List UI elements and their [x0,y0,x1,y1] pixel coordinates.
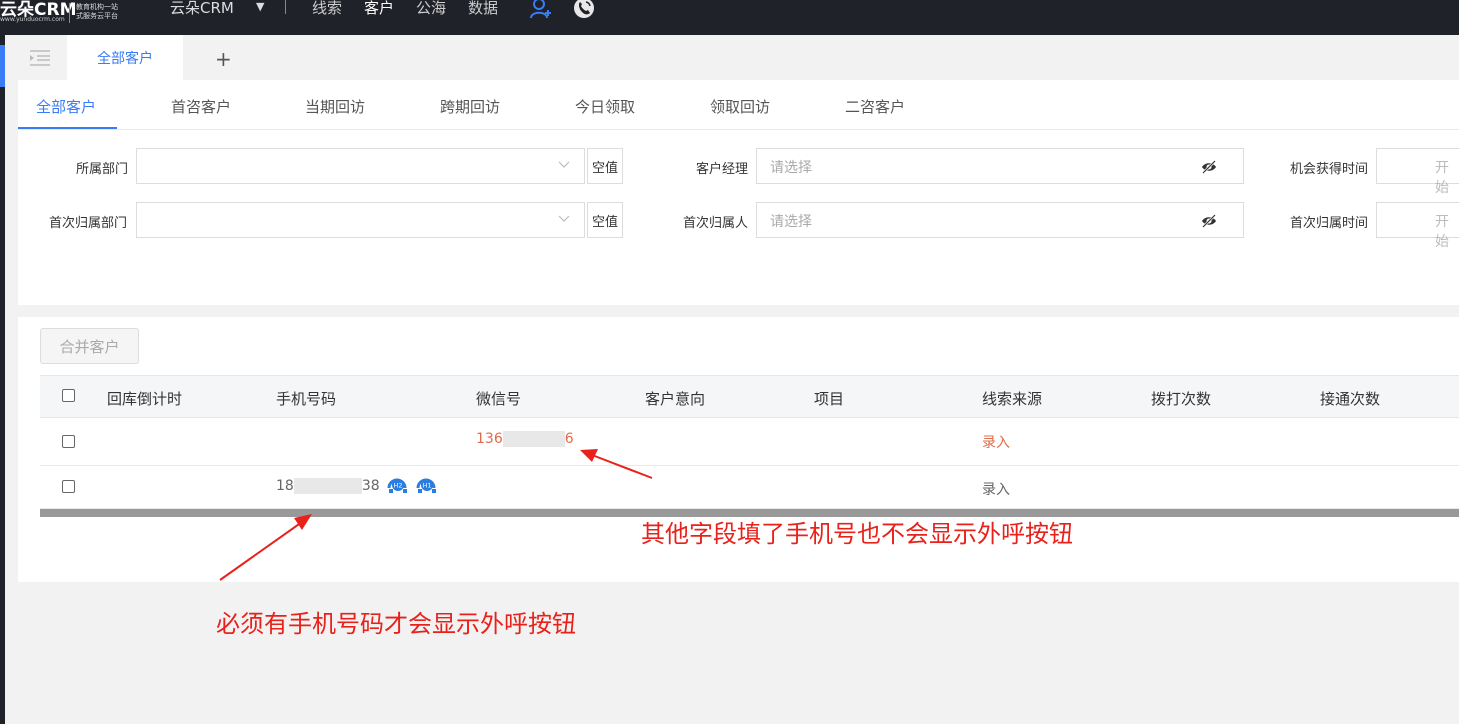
annotation-must-phone: 必须有手机号码才会显示外呼按钮 [216,610,576,638]
sub-tab-all[interactable]: 全部客户 [36,96,96,117]
sub-tab-current-followup[interactable]: 当期回访 [305,96,365,117]
col-project[interactable]: 项目 [814,388,844,409]
brand-switcher[interactable]: 云朵CRM [170,0,234,18]
dept-empty-button[interactable]: 空值 [587,148,623,184]
chevron-down-icon [558,161,570,168]
opportunity-time-start[interactable]: 开始 [1376,148,1459,196]
wechat-cell[interactable]: 136 6 [476,431,574,447]
call-icon-label: H1 [422,482,431,490]
table-row[interactable]: 18 38 H2 H1 录入 [40,466,1459,509]
logo[interactable]: 云朵CRM www.yunduocrm.com 教育机构一站 式服务云平台 [0,0,118,35]
first-owner-time-label: 首次归属时间 [1290,216,1369,231]
sub-tab-second-inquiry[interactable]: 二咨客户 [845,96,905,117]
dept-select[interactable] [136,148,585,184]
table-row[interactable]: 136 6 录入 [40,418,1459,466]
customer-sub-tabs: 全部客户 首咨客户 当期回访 跨期回访 今日领取 领取回访 二咨客户 [18,80,1459,130]
wechat-suffix: 6 [564,431,574,447]
call-icon-label: H2 [394,482,403,490]
logo-tagline-line1: 教育机构一站 [76,3,118,11]
sub-tab-active-underline [18,127,117,129]
col-connect-count[interactable]: 接通次数 [1320,388,1380,409]
phone-prefix: 18 [276,478,294,494]
phone-icon[interactable] [572,0,596,20]
filter-panel: 全部客户 首咨客户 当期回访 跨期回访 今日领取 领取回访 二咨客户 所属部门 … [18,80,1459,305]
menu-toggle-button[interactable] [15,35,65,80]
col-countdown[interactable]: 回库倒计时 [107,388,182,409]
phone-cell: 18 38 H2 H1 [276,476,437,496]
chevron-down-icon [558,215,570,222]
manager-label: 客户经理 [696,162,749,177]
select-all-checkbox[interactable] [62,389,75,402]
first-owner-input[interactable]: 请选择 [756,202,1244,238]
page-tab-bar: 全部客户 + [5,35,1459,80]
phone-suffix: 38 [361,478,380,494]
nav-item-leads[interactable]: 线索 [312,0,342,18]
masked-digits [502,431,565,447]
eye-off-icon[interactable] [1201,213,1217,229]
left-sidebar-strip [0,35,5,724]
first-owner-label: 首次归属人 [683,216,749,231]
first-owner-time-start[interactable]: 开始 [1376,202,1459,250]
add-tab-button[interactable]: + [215,47,232,71]
caret-down-icon[interactable]: ▼ [256,0,264,13]
sub-tab-cross-followup[interactable]: 跨期回访 [440,96,500,117]
nav-item-data[interactable]: 数据 [468,0,498,18]
row-checkbox[interactable] [62,435,75,448]
opportunity-time-placeholder: 开始 [1435,160,1449,196]
top-nav: 线索 客户 公海 数据 [312,0,520,18]
logo-url: www.yunduocrm.com [0,16,65,23]
nav-item-customers[interactable]: 客户 [364,0,394,18]
col-phone[interactable]: 手机号码 [276,388,336,409]
dept-label: 所属部门 [76,162,129,177]
menu-collapse-icon [30,49,50,66]
annotation-other-fields: 其他字段填了手机号也不会显示外呼按钮 [641,520,1073,548]
outbound-call-h1-icon[interactable]: H1 [416,476,437,496]
col-dial-count[interactable]: 拨打次数 [1151,388,1211,409]
first-dept-select[interactable] [136,202,585,238]
col-wechat[interactable]: 微信号 [476,388,521,409]
masked-digits [293,478,362,494]
sub-tab-first-inquiry[interactable]: 首咨客户 [171,96,231,117]
lead-source-cell: 录入 [982,482,1010,498]
merge-customers-button[interactable]: 合并客户 [40,328,139,364]
col-lead-source[interactable]: 线索来源 [982,388,1042,409]
manager-placeholder: 请选择 [770,160,812,176]
table-header: 回库倒计时 手机号码 微信号 客户意向 项目 线索来源 拨打次数 接通次数 [40,375,1459,418]
logo-tagline: 教育机构一站 式服务云平台 [76,3,136,21]
eye-off-icon[interactable] [1201,159,1217,175]
top-bar: 云朵CRM www.yunduocrm.com 教育机构一站 式服务云平台 云朵… [0,0,1459,35]
sub-tab-claim-followup[interactable]: 领取回访 [710,96,770,117]
page-tab-all-customers[interactable]: 全部客户 [67,35,183,80]
first-owner-time-placeholder: 开始 [1435,214,1449,250]
row-checkbox[interactable] [62,480,75,493]
nav-divider [285,0,286,14]
first-dept-label: 首次归属部门 [49,216,128,231]
wechat-prefix: 136 [476,431,503,447]
nav-item-public-pool[interactable]: 公海 [416,0,446,18]
logo-divider [69,3,70,23]
logo-tagline-line2: 式服务云平台 [76,12,118,20]
outbound-call-h2-icon[interactable]: H2 [387,476,408,496]
sub-tab-today-claimed[interactable]: 今日领取 [575,96,635,117]
manager-input[interactable]: 请选择 [756,148,1244,184]
lead-source-cell: 录入 [982,435,1010,451]
opportunity-time-label: 机会获得时间 [1290,162,1369,177]
col-intent[interactable]: 客户意向 [645,388,705,409]
first-dept-empty-button[interactable]: 空值 [587,202,623,238]
first-owner-placeholder: 请选择 [770,214,812,230]
add-user-icon[interactable] [529,0,553,20]
